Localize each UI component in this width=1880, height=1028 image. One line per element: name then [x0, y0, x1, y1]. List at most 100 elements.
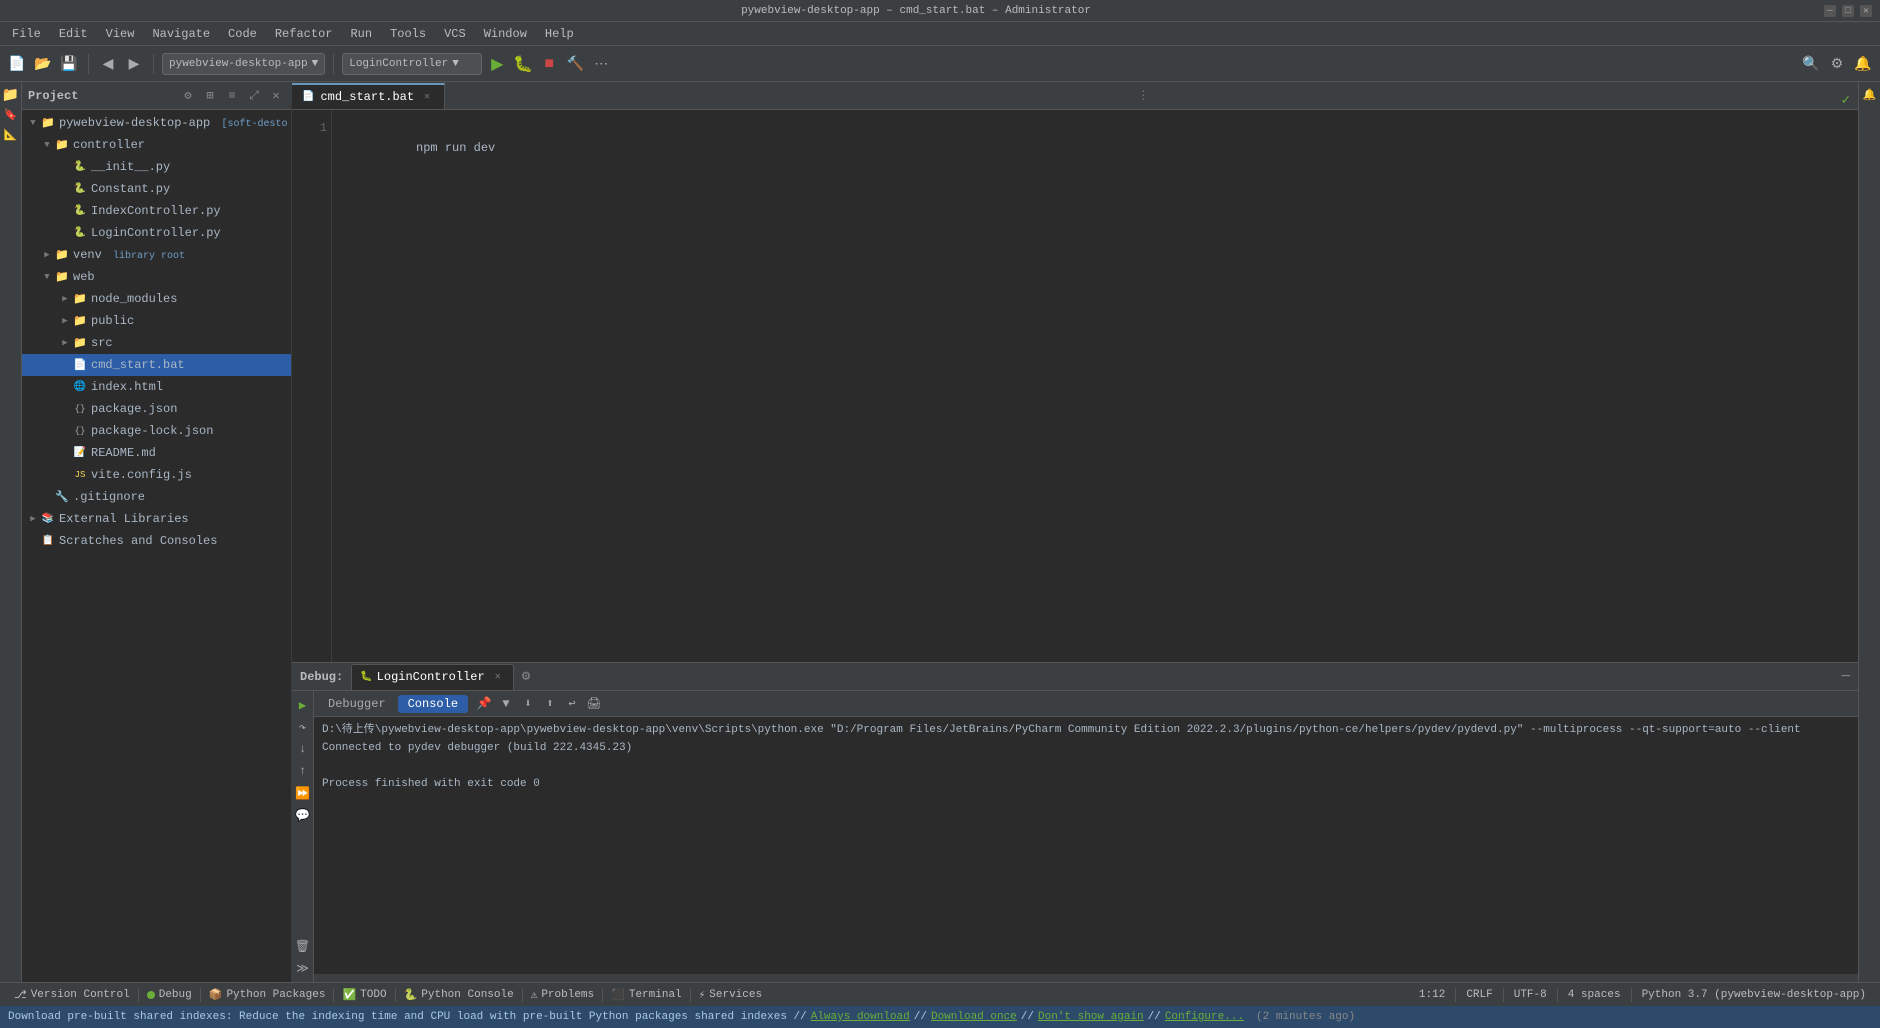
- settings-button[interactable]: ⚙: [1826, 53, 1848, 75]
- status-terminal[interactable]: ⬛ Terminal: [605, 985, 688, 1005]
- step-into-button[interactable]: ↓: [293, 739, 313, 759]
- tree-item-constant[interactable]: 🐍 Constant.py: [22, 178, 291, 200]
- tree-item-cmd-start[interactable]: 📄 cmd_start.bat: [22, 354, 291, 376]
- status-position[interactable]: 1:12: [1413, 985, 1451, 1005]
- evaluate-button[interactable]: 💬: [293, 805, 313, 825]
- menu-file[interactable]: File: [4, 25, 49, 43]
- status-debug[interactable]: Debug: [141, 985, 198, 1005]
- menu-code[interactable]: Code: [220, 25, 265, 43]
- notifications-button[interactable]: 🔔: [1852, 53, 1874, 75]
- tab-options-button[interactable]: ⋮: [1133, 82, 1153, 109]
- configure-link[interactable]: Configure...: [1165, 1011, 1244, 1023]
- status-python-packages[interactable]: 📦 Python Packages: [203, 985, 332, 1005]
- status-python-console[interactable]: 🐍 Python Console: [398, 985, 520, 1005]
- menu-run[interactable]: Run: [342, 25, 380, 43]
- dont-show-again-link[interactable]: Don't show again: [1038, 1011, 1144, 1023]
- tree-item-indexcontroller[interactable]: 🐍 IndexController.py: [22, 200, 291, 222]
- run-button[interactable]: ▶: [486, 53, 508, 75]
- tree-item-vite-config[interactable]: JS vite.config.js: [22, 464, 291, 486]
- run-to-cursor-button[interactable]: ⏩: [293, 783, 313, 803]
- tree-item-index-html[interactable]: 🌐 index.html: [22, 376, 291, 398]
- project-dropdown[interactable]: pywebview-desktop-app ▼: [162, 53, 325, 75]
- back-button[interactable]: ◀: [97, 53, 119, 75]
- console-tab[interactable]: Console: [398, 695, 468, 713]
- filter-button[interactable]: ▼: [496, 694, 516, 714]
- scroll-up-button[interactable]: ⬆: [540, 694, 560, 714]
- tree-item-package-json[interactable]: {} package.json: [22, 398, 291, 420]
- tree-item-src[interactable]: ▶ 📁 src: [22, 332, 291, 354]
- tree-item-package-lock[interactable]: {} package-lock.json: [22, 420, 291, 442]
- status-version-control[interactable]: ⎇ Version Control: [8, 985, 136, 1005]
- editor-tab-cmd-start[interactable]: 📄 cmd_start.bat ✕: [292, 83, 445, 109]
- tree-item-node-modules[interactable]: ▶ 📁 node_modules: [22, 288, 291, 310]
- console-scrollbar[interactable]: [314, 974, 1858, 982]
- menu-help[interactable]: Help: [537, 25, 582, 43]
- debug-tab-close[interactable]: ✕: [491, 670, 505, 684]
- close-button[interactable]: ✕: [1860, 5, 1872, 17]
- menu-edit[interactable]: Edit: [51, 25, 96, 43]
- panel-settings-icon[interactable]: ⚙: [179, 87, 197, 105]
- status-encoding[interactable]: UTF-8: [1508, 985, 1553, 1005]
- more-button[interactable]: ⋯: [590, 53, 612, 75]
- new-file-button[interactable]: 📄: [6, 53, 28, 75]
- save-button[interactable]: 💾: [58, 53, 80, 75]
- panel-settings-button[interactable]: ⚙: [522, 668, 530, 685]
- scroll-down-button[interactable]: ⬇: [518, 694, 538, 714]
- tree-item-gitignore[interactable]: 🔧 .gitignore: [22, 486, 291, 508]
- download-once-link[interactable]: Download once: [931, 1011, 1017, 1023]
- status-todo[interactable]: ✅ TODO: [336, 985, 392, 1005]
- pin-tab-button[interactable]: 📌: [474, 694, 494, 714]
- structure-icon[interactable]: 📐: [2, 126, 20, 144]
- project-icon[interactable]: 📁: [2, 86, 20, 104]
- status-services[interactable]: ⚡ Services: [693, 985, 768, 1005]
- tree-item-init[interactable]: 🐍 __init__.py: [22, 156, 291, 178]
- clear-console-button[interactable]: 🗑: [293, 936, 313, 956]
- tab-close-button[interactable]: ✕: [420, 90, 434, 104]
- menu-window[interactable]: Window: [476, 25, 535, 43]
- menu-view[interactable]: View: [98, 25, 143, 43]
- step-out-button[interactable]: ↑: [293, 761, 313, 781]
- tree-item-logincontroller[interactable]: 🐍 LoginController.py: [22, 222, 291, 244]
- console-output[interactable]: D:\待上传\pywebview-desktop-app\pywebview-d…: [314, 717, 1858, 974]
- more-debug-button[interactable]: ≫: [293, 958, 313, 978]
- tree-item-readme[interactable]: 📝 README.md: [22, 442, 291, 464]
- tree-item-web[interactable]: ▼ 📁 web: [22, 266, 291, 288]
- debug-tab-logincontroller[interactable]: 🐛 LoginController ✕: [351, 664, 513, 690]
- tree-item-scratches[interactable]: 📋 Scratches and Consoles: [22, 530, 291, 552]
- forward-button[interactable]: ▶: [123, 53, 145, 75]
- tree-root[interactable]: ▼ 📁 pywebview-desktop-app [soft-destop]: [22, 112, 291, 134]
- status-problems[interactable]: ⚠ Problems: [525, 985, 600, 1005]
- minimize-button[interactable]: ─: [1824, 5, 1836, 17]
- tree-item-venv[interactable]: ▶ 📁 venv library root: [22, 244, 291, 266]
- config-dropdown[interactable]: LoginController ▼: [342, 53, 482, 75]
- panel-layout-icon[interactable]: ⊞: [201, 87, 219, 105]
- tree-item-public[interactable]: ▶ 📁 public: [22, 310, 291, 332]
- wrap-button[interactable]: ↩: [562, 694, 582, 714]
- panel-minimize-button[interactable]: ─: [1842, 669, 1850, 685]
- debugger-tab[interactable]: Debugger: [318, 695, 396, 713]
- resume-button[interactable]: ▶: [293, 695, 313, 715]
- menu-tools[interactable]: Tools: [382, 25, 434, 43]
- stop-button[interactable]: ■: [538, 53, 560, 75]
- code-area[interactable]: npm run dev: [332, 110, 1858, 662]
- status-line-ending[interactable]: CRLF: [1460, 985, 1498, 1005]
- menu-vcs[interactable]: VCS: [436, 25, 474, 43]
- always-download-link[interactable]: Always download: [811, 1011, 910, 1023]
- status-python-version[interactable]: Python 3.7 (pywebview-desktop-app): [1636, 985, 1872, 1005]
- tree-item-external-libs[interactable]: ▶ 📚 External Libraries: [22, 508, 291, 530]
- bookmarks-icon[interactable]: 🔖: [2, 106, 20, 124]
- notifications-icon[interactable]: 🔔: [1861, 86, 1879, 104]
- panel-close-icon[interactable]: ✕: [267, 87, 285, 105]
- search-everywhere-button[interactable]: 🔍: [1800, 53, 1822, 75]
- open-button[interactable]: 📂: [32, 53, 54, 75]
- debug-button[interactable]: 🐛: [512, 53, 534, 75]
- step-over-button[interactable]: ↷: [293, 717, 313, 737]
- print-button[interactable]: 🖨: [584, 694, 604, 714]
- tree-item-controller[interactable]: ▼ 📁 controller: [22, 134, 291, 156]
- maximize-button[interactable]: □: [1842, 5, 1854, 17]
- menu-refactor[interactable]: Refactor: [267, 25, 341, 43]
- status-indent[interactable]: 4 spaces: [1562, 985, 1627, 1005]
- panel-filter-icon[interactable]: ≡: [223, 87, 241, 105]
- menu-navigate[interactable]: Navigate: [144, 25, 218, 43]
- panel-expand-icon[interactable]: ⤢: [245, 87, 263, 105]
